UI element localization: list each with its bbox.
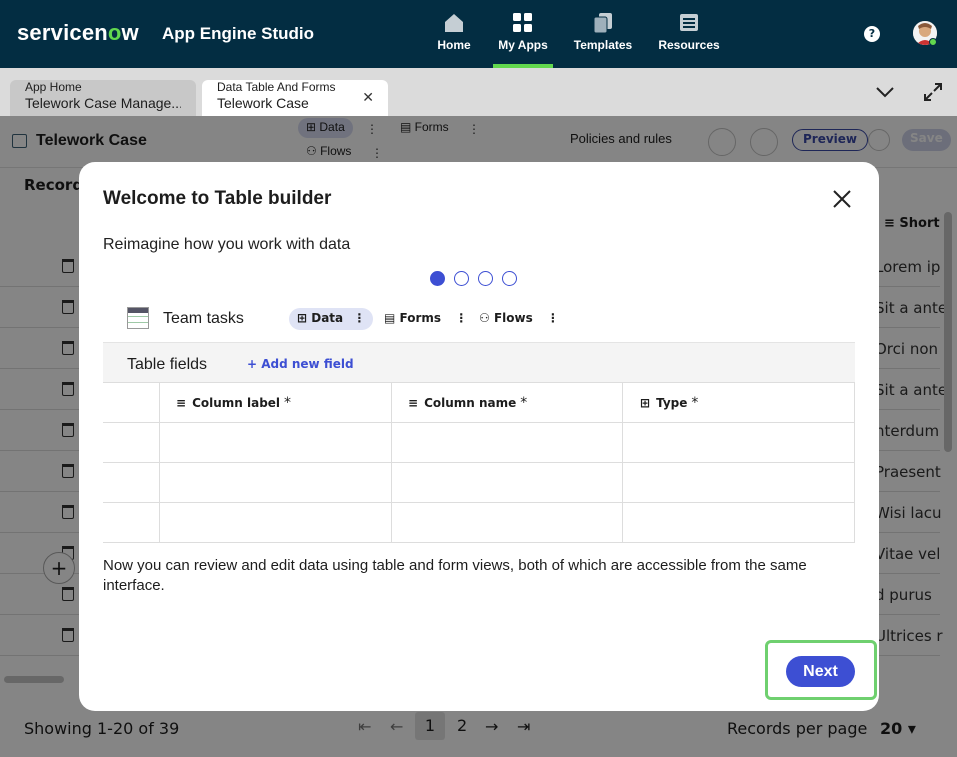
top-navigation: servicenow App Engine Studio Home My App… (0, 0, 957, 68)
modal-description: Now you can review and edit data using t… (103, 557, 807, 594)
home-icon (445, 14, 463, 32)
kebab-icon: ⋮ (353, 311, 366, 325)
grid-row (103, 423, 855, 463)
resources-icon (680, 14, 698, 31)
preview-table-name: Team tasks (163, 310, 244, 327)
help-icon[interactable]: ? (864, 26, 880, 42)
close-icon[interactable] (831, 188, 853, 210)
kebab-icon: ⋮ (546, 311, 559, 325)
nav-my-apps[interactable]: My Apps (483, 12, 563, 68)
tab-bar: App Home Telework Case Manage... Data Ta… (0, 68, 957, 116)
add-new-field-link: + Add new field (247, 357, 354, 371)
servicenow-logo[interactable]: servicenow (17, 20, 139, 46)
tab-app-home-subtitle: Telework Case Manage... (25, 95, 181, 111)
tab-app-home-title: App Home (25, 80, 82, 94)
preview-tab-forms: ▤ Forms ⋮ (384, 311, 468, 325)
modal-title: Welcome to Table builder (103, 188, 332, 209)
required-marker: * (520, 395, 528, 411)
preview-tab-data-label: Data (311, 311, 344, 325)
type-text: Type (656, 396, 688, 410)
next-button[interactable]: Next (786, 656, 855, 687)
tab-data-title: Data Table And Forms (217, 80, 336, 94)
grid-column-divider (159, 383, 160, 543)
column-label-text: Column label (192, 396, 281, 410)
grid-column-divider (622, 383, 623, 543)
table-fields-bar: Table fields + Add new field (103, 342, 855, 382)
nav-my-apps-label: My Apps (498, 38, 548, 52)
step-dot-2[interactable] (454, 271, 469, 286)
column-label-header: ≡ Column label * (176, 395, 291, 411)
grid-column-divider (391, 383, 392, 543)
modal-subtitle: Reimagine how you work with data (103, 236, 351, 253)
kebab-icon: ⋮ (455, 311, 468, 325)
tab-data-subtitle: Telework Case (217, 95, 309, 111)
nav-templates-label: Templates (573, 38, 633, 52)
step-dot-3[interactable] (478, 271, 493, 286)
step-dot-4[interactable] (502, 271, 517, 286)
preview-tab-flows-label: Flows (493, 311, 533, 325)
text-lines-icon: ≡ (176, 396, 187, 410)
grid-row (103, 463, 855, 503)
tab-data-table-and-forms[interactable]: Data Table And Forms Telework Case ✕ (202, 80, 388, 116)
grid-row (103, 503, 855, 543)
preview-tab-flows: ⚇ Flows ⋮ (479, 311, 559, 325)
nav-resources[interactable]: Resources (649, 12, 729, 52)
table-fields-label: Table fields (127, 356, 208, 373)
nav-home[interactable]: Home (414, 12, 494, 52)
tab-app-home[interactable]: App Home Telework Case Manage... (10, 80, 196, 116)
nav-templates[interactable]: Templates (563, 12, 643, 52)
logo-o: o (107, 20, 122, 45)
text-lines-icon: ≡ (408, 396, 419, 410)
spreadsheet-icon (127, 307, 149, 329)
required-marker: * (284, 395, 292, 411)
preview-tab-forms-label: Forms (399, 311, 442, 325)
logo-text: servicen (17, 20, 108, 45)
column-name-text: Column name (424, 396, 517, 410)
templates-icon (593, 13, 612, 34)
column-name-header: ≡ Column name * (408, 395, 527, 411)
online-status-dot (929, 38, 937, 46)
step-indicator (430, 271, 526, 287)
nav-resources-label: Resources (658, 38, 720, 52)
table-builder-preview: Team tasks ⊞ Data ⋮ ▤ Forms ⋮ ⚇ Flows ⋮ … (103, 299, 855, 543)
type-header: ⊞ Type * (640, 395, 698, 411)
welcome-modal: Welcome to Table builder Reimagine how y… (79, 162, 879, 711)
app-title: App Engine Studio (162, 24, 315, 43)
chevron-down-icon[interactable] (875, 82, 895, 102)
fields-grid: ≡ Column label * ≡ Column name * ⊞ Type * (103, 382, 855, 543)
close-tab-icon[interactable]: ✕ (362, 89, 374, 106)
logo-text-end: w (121, 20, 139, 45)
step-dot-1[interactable] (430, 271, 445, 286)
table-grid-icon: ⊞ (640, 396, 651, 410)
nav-home-label: Home (437, 38, 471, 52)
grid-column-divider (854, 383, 855, 543)
grid-icon (513, 13, 532, 32)
required-marker: * (691, 395, 699, 411)
preview-tab-data: ⊞ Data ⋮ (289, 308, 374, 330)
expand-icon[interactable] (923, 82, 943, 102)
